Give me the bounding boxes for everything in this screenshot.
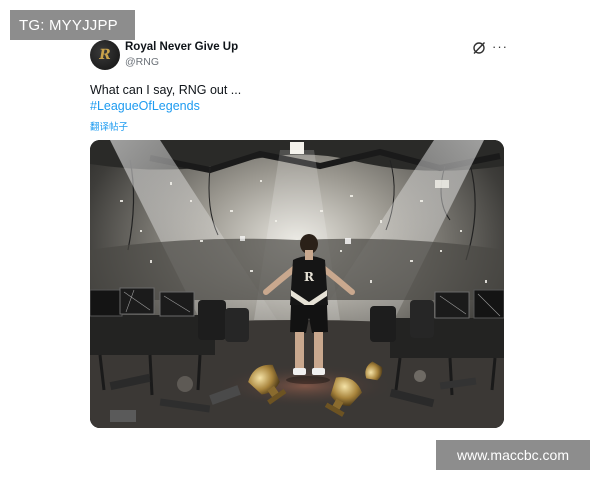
watermark-bottom: www.maccbc.com	[436, 440, 590, 470]
translate-post-link[interactable]: 翻译帖子	[90, 119, 128, 133]
hashtag-link[interactable]: #LeagueOfLegends	[90, 99, 200, 113]
grok-icon[interactable]	[472, 41, 486, 55]
arena-illustration: R	[90, 140, 504, 428]
author-name[interactable]: Royal Never Give Up	[125, 41, 238, 53]
jersey-logo: R	[304, 270, 315, 284]
tweet-media-image[interactable]: R	[90, 140, 504, 428]
more-icon[interactable]: ···	[492, 39, 508, 54]
avatar-monogram: R	[97, 47, 113, 63]
tweet-text: What can I say, RNG out ...	[90, 83, 242, 97]
avatar[interactable]: R	[90, 40, 120, 70]
watermark-top: TG: MYYJJPP	[10, 10, 135, 40]
author-handle[interactable]: @RNG	[125, 56, 159, 68]
